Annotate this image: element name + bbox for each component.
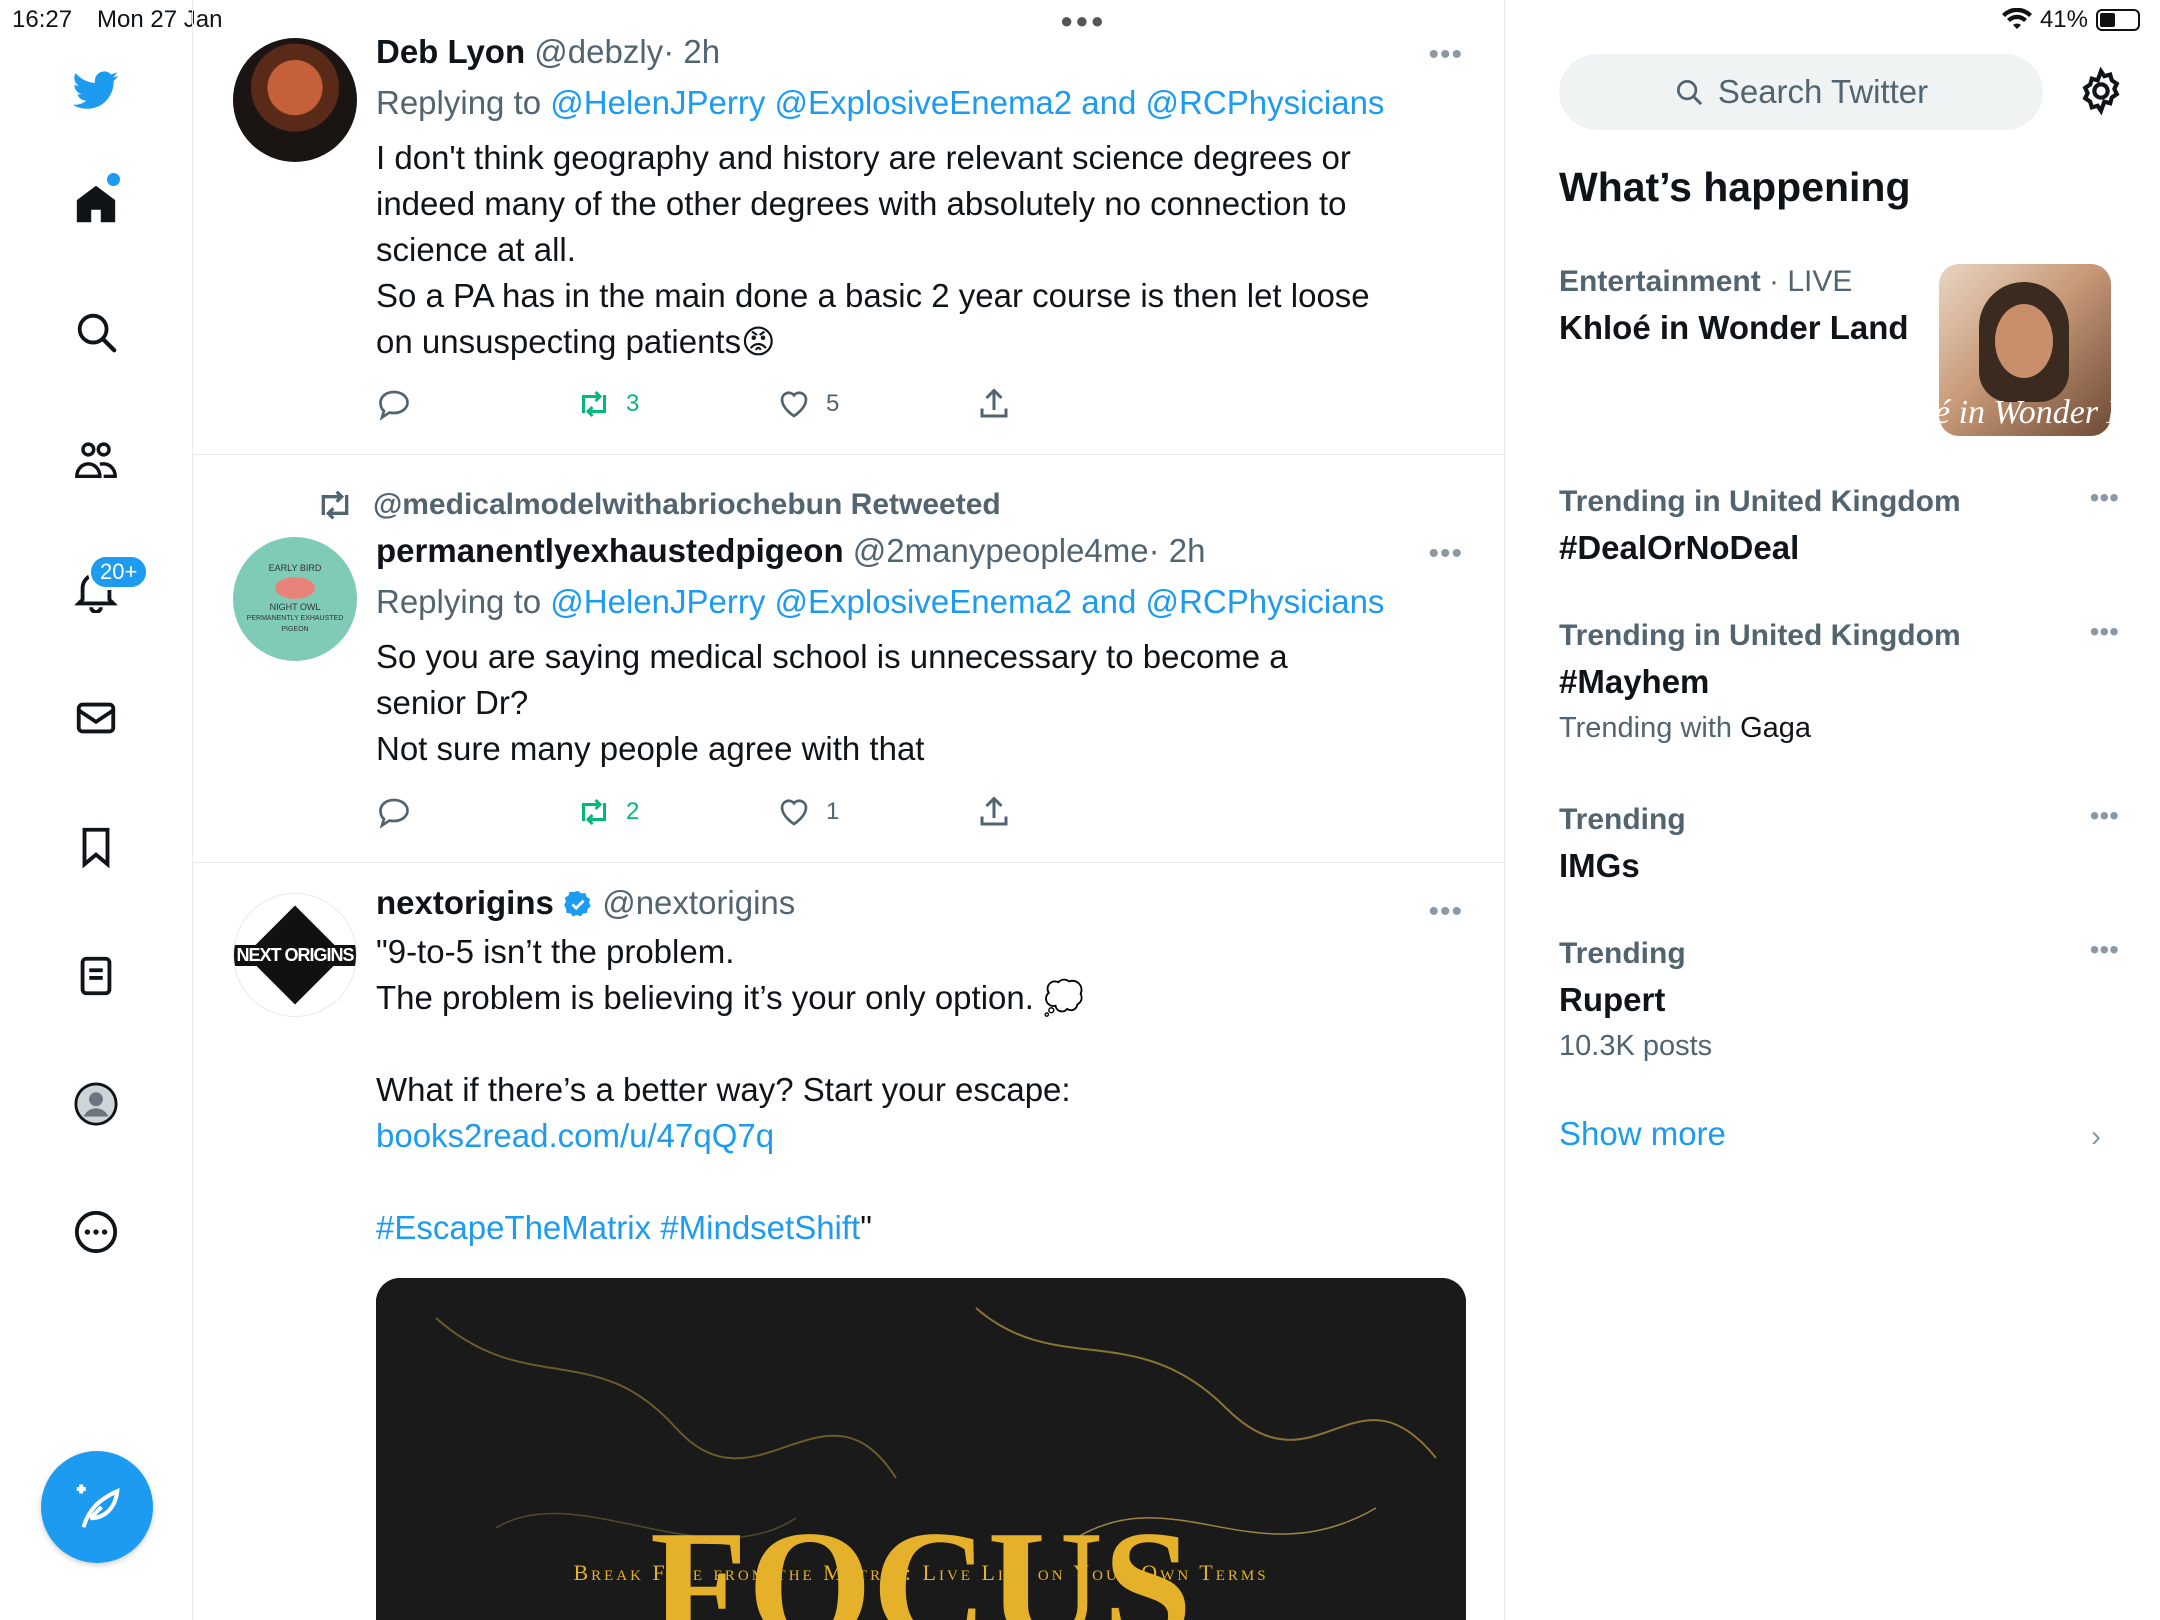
trend-name[interactable]: #DealOrNoDeal <box>1559 526 2119 570</box>
trend-post-count: 10.3K posts <box>1559 1030 1713 1062</box>
retweet-button[interactable]: 3 <box>576 386 639 422</box>
retweet-button[interactable]: 2 <box>576 794 639 830</box>
trend-item[interactable]: Trending Rupert 10.3K posts ••• <box>1559 934 2119 1066</box>
tweet-text: "9-to-5 isn’t the problem. The problem i… <box>376 933 1085 1246</box>
twitter-logo-icon[interactable] <box>66 60 126 120</box>
whats-happening-title: What’s happening <box>1559 164 1911 210</box>
profile-icon[interactable] <box>66 1074 126 1134</box>
like-icon <box>780 799 808 826</box>
tweet-time: · 2h <box>663 33 721 70</box>
avatar[interactable] <box>233 38 357 162</box>
like-count: 1 <box>826 798 840 825</box>
retweet-count: 2 <box>626 798 640 825</box>
like-count: 5 <box>826 390 840 417</box>
search-icon <box>1676 80 1702 105</box>
share-icon <box>980 796 1008 826</box>
trend-image[interactable]: é in Wonder L <box>1939 264 2111 436</box>
share-button[interactable] <box>976 386 1012 422</box>
mail-icon[interactable] <box>66 688 126 748</box>
author-handle[interactable]: @2manypeople4me <box>853 532 1149 569</box>
tweet-text: So you are saying medical school is unne… <box>376 638 1288 767</box>
communities-icon[interactable] <box>66 431 126 491</box>
reply-button[interactable] <box>376 794 412 830</box>
author-name[interactable]: nextorigins <box>376 884 554 921</box>
verified-icon <box>564 890 591 917</box>
replying-to: Replying to @HelenJPerry @ExplosiveEnema… <box>376 583 1385 620</box>
trend-item[interactable]: Trending in United Kingdom #Mayhem Trend… <box>1559 616 2119 748</box>
trend-item[interactable]: Trending IMGs ••• <box>1559 800 2119 888</box>
reply-icon <box>379 390 409 421</box>
compose-button[interactable] <box>41 1451 153 1563</box>
trend-more-icon[interactable]: ••• <box>2090 800 2119 832</box>
avatar[interactable]: EARLY BIRD NIGHT OWL PERMANENTLY EXHAUST… <box>233 537 357 661</box>
timeline: Deb Lyon @debzly· 2h Replying to @HelenJ… <box>193 0 1505 1620</box>
search-placeholder: Search Twitter <box>1717 73 1929 110</box>
share-icon <box>980 388 1008 418</box>
like-button[interactable]: 5 <box>776 386 839 422</box>
tweet-link[interactable]: books2read.com/u/47qQ7q <box>376 1117 774 1154</box>
author-name[interactable]: permanentlyexhaustedpigeon <box>376 532 844 569</box>
lists-icon[interactable] <box>66 946 126 1006</box>
media-subtitle: Break Free from the Matrix: Live Life on… <box>573 1560 1269 1585</box>
gear-icon[interactable] <box>2076 66 2126 116</box>
share-button[interactable] <box>976 794 1012 830</box>
retweet-icon <box>321 490 349 520</box>
retweet-icon <box>582 798 606 826</box>
trend-item[interactable]: Trending in United Kingdom #DealOrNoDeal… <box>1559 482 2119 570</box>
author-handle[interactable]: @nextorigins <box>602 884 795 921</box>
retweeted-by: @medicalmodelwithabriochebun Retweeted <box>315 485 1001 525</box>
trend-more-icon[interactable]: ••• <box>2090 482 2119 514</box>
reply-button[interactable] <box>376 386 412 422</box>
tweet-more-icon[interactable]: ••• <box>1428 38 1463 72</box>
replying-to-links[interactable]: @HelenJPerry @ExplosiveEnema2 and @RCPhy… <box>550 84 1384 121</box>
left-nav: 20+ <box>0 0 193 1620</box>
tweet-media-image[interactable]: FOCUS Break Free from the Matrix: Live L… <box>376 1278 1466 1620</box>
avatar[interactable]: NEXT ORIGINS <box>233 893 357 1017</box>
trend-more-icon[interactable]: ••• <box>2090 616 2119 648</box>
bookmark-icon[interactable] <box>66 817 126 877</box>
like-icon <box>780 391 808 418</box>
retweet-icon <box>582 390 606 418</box>
tweet-hashtags[interactable]: #EscapeTheMatrix #MindsetShift <box>376 1209 860 1246</box>
search-input[interactable]: Search Twitter <box>1559 54 2043 130</box>
tweet-time: · 2h <box>1148 532 1206 569</box>
more-icon[interactable] <box>66 1202 126 1262</box>
search-icon[interactable] <box>66 302 126 362</box>
compose-icon <box>76 1484 120 1528</box>
trend-name[interactable]: IMGs <box>1559 844 2119 888</box>
replying-to: Replying to @HelenJPerry @ExplosiveEnema… <box>376 84 1385 121</box>
like-button[interactable]: 1 <box>776 794 839 830</box>
home-unread-dot <box>107 173 120 186</box>
trend-more-icon[interactable]: ••• <box>2090 934 2119 966</box>
tweet-text: I don't think geography and history are … <box>376 139 1370 360</box>
reply-icon <box>379 798 409 829</box>
retweet-count: 3 <box>626 390 640 417</box>
author-handle[interactable]: @debzly <box>534 33 663 70</box>
author-name[interactable]: Deb Lyon <box>376 33 525 70</box>
show-more-link[interactable]: Show more <box>1559 1115 1726 1153</box>
tweet-more-icon[interactable]: ••• <box>1428 537 1463 571</box>
replying-to-links[interactable]: @HelenJPerry @ExplosiveEnema2 and @RCPhy… <box>550 583 1384 620</box>
trend-name[interactable]: #Mayhem <box>1559 660 2119 704</box>
right-sidebar: Search Twitter What’s happening Entertai… <box>1506 0 2160 1620</box>
notifications-badge: 20+ <box>88 554 150 590</box>
tweet-more-icon[interactable]: ••• <box>1428 895 1463 929</box>
chevron-right-icon[interactable]: › <box>2091 1120 2101 1154</box>
divider <box>193 862 1504 863</box>
trend-name[interactable]: Rupert <box>1559 978 2119 1022</box>
divider <box>193 454 1504 455</box>
